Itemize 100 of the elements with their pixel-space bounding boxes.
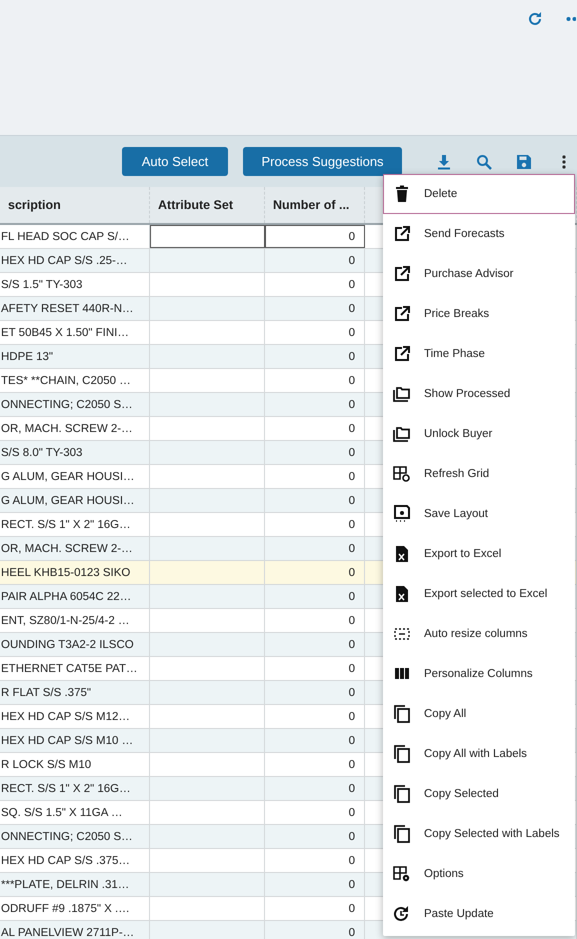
table-cell: SQ. S/S 1.5" X 11GA … (0, 801, 150, 824)
menu-item[interactable]: Copy All with Labels (383, 734, 575, 774)
menu-item[interactable]: Purchase Advisor (383, 254, 575, 294)
table-cell: 0 (265, 321, 365, 344)
external-link-icon (393, 265, 411, 283)
copy-icon (393, 705, 411, 723)
table-cell: 0 (265, 801, 365, 824)
table-cell: 0 (265, 585, 365, 608)
folders-icon (393, 425, 411, 443)
table-cell: HEX HD CAP S/S M10 … (0, 729, 150, 752)
menu-item[interactable]: Refresh Grid (383, 454, 575, 494)
table-cell: 0 (265, 441, 365, 464)
table-cell: TES* **CHAIN, C2050 … (0, 369, 150, 392)
copy-icon (393, 785, 411, 803)
table-cell: RECT. S/S 1" X 2" 16G… (0, 777, 150, 800)
table-cell: R FLAT S/S .375" (0, 681, 150, 704)
menu-item[interactable]: Export to Excel (383, 534, 575, 574)
table-cell: HEEL KHB15-0123 SIKO (0, 561, 150, 584)
toolbar-button[interactable]: Auto Select (122, 147, 228, 176)
menu-item[interactable]: Copy All (383, 694, 575, 734)
table-cell: S/S 1.5" TY-303 (0, 273, 150, 296)
table-cell: ODRUFF #9 .1875" X .… (0, 897, 150, 920)
external-link-icon (393, 345, 411, 363)
table-cell: AFETY RESET 440R-N… (0, 297, 150, 320)
menu-item[interactable]: Send Forecasts (383, 214, 575, 254)
search-icon[interactable] (476, 154, 492, 170)
table-cell: OR, MACH. SCREW 2-… (0, 537, 150, 560)
table-cell: 0 (265, 873, 365, 896)
table-cell: 0 (265, 417, 365, 440)
table-cell: 0 (265, 297, 365, 320)
table-cell: 0 (265, 489, 365, 512)
table-cell: G ALUM, GEAR HOUSI… (0, 465, 150, 488)
table-cell: ONNECTING; C2050 S… (0, 825, 150, 848)
column-header[interactable]: scription (0, 187, 150, 223)
column-header[interactable]: Number of ... (265, 187, 365, 223)
table-cell: PAIR ALPHA 6054C 22… (0, 585, 150, 608)
menu-item[interactable]: Time Phase (383, 334, 575, 374)
table-cell: 0 (265, 657, 365, 680)
copy-icon (393, 825, 411, 843)
save-layout-icon (393, 505, 411, 523)
menu-item[interactable]: Copy Selected (383, 774, 575, 814)
table-cell: ETHERNET CAT5E PAT… (0, 657, 150, 680)
excel-file-icon (393, 545, 411, 563)
table-cell: 0 (265, 393, 365, 416)
table-cell: 0 (265, 537, 365, 560)
menu-item[interactable]: Unlock Buyer (383, 414, 575, 454)
table-cell: FL HEAD SOC CAP S/… (0, 225, 150, 248)
table-cell: 0 (265, 849, 365, 872)
table-cell: ONNECTING; C2050 S… (0, 393, 150, 416)
excel-file-icon (393, 585, 411, 603)
table-cell: 0 (265, 897, 365, 920)
download-icon[interactable] (436, 154, 452, 170)
menu-item[interactable]: Paste Update (383, 894, 575, 934)
table-cell: 0 (265, 273, 365, 296)
menu-item[interactable]: Save Layout (383, 494, 575, 534)
table-cell: 0 (265, 249, 365, 272)
table-cell: 0 (265, 369, 365, 392)
table-cell: HDPE 13" (0, 345, 150, 368)
menu-item[interactable]: Options (383, 854, 575, 894)
external-link-icon (393, 305, 411, 323)
menu-item[interactable]: Price Breaks (383, 294, 575, 334)
table-cell: HEX HD CAP S/S M12… (0, 705, 150, 728)
table-cell: 0 (265, 681, 365, 704)
table-cell: ET 50B45 X 1.50" FINI… (0, 321, 150, 344)
table-cell: ***PLATE, DELRIN .31… (0, 873, 150, 896)
more-icon[interactable] (566, 16, 576, 22)
refresh-icon[interactable] (527, 11, 543, 27)
menu-item[interactable]: Copy Selected with Labels (383, 814, 575, 854)
folders-icon (393, 385, 411, 403)
menu-item[interactable]: Export selected to Excel (383, 574, 575, 614)
table-cell: HEX HD CAP S/S .375… (0, 849, 150, 872)
menu-item[interactable]: Delete (383, 174, 575, 214)
menu-item[interactable]: Show Processed (383, 374, 575, 414)
save-icon[interactable] (516, 154, 532, 170)
toolbar-button[interactable]: Process Suggestions (243, 147, 402, 176)
trash-icon (393, 185, 411, 203)
table-cell: 0 (265, 633, 365, 656)
kebab-menu-icon[interactable] (562, 154, 566, 170)
table-cell: OR, MACH. SCREW 2-… (0, 417, 150, 440)
table-cell: AL PANELVIEW 2711P-… (0, 921, 150, 939)
table-cell: 0 (265, 777, 365, 800)
table-cell: 0 (265, 513, 365, 536)
table-cell: 0 (265, 561, 365, 584)
table-cell: 0 (265, 465, 365, 488)
table-cell: 0 (265, 609, 365, 632)
table-cell: HEX HD CAP S/S .25-… (0, 249, 150, 272)
history-icon (393, 905, 411, 923)
menu-item[interactable]: Personalize Columns (383, 654, 575, 694)
table-cell: 0 (265, 753, 365, 776)
grid-refresh-icon (393, 465, 411, 483)
table-cell: 0 (265, 345, 365, 368)
table-cell: RECT. S/S 1" X 2" 16G… (0, 513, 150, 536)
table-cell: 0 (265, 825, 365, 848)
table-cell: S/S 8.0" TY-303 (0, 441, 150, 464)
table-cell: R LOCK S/S M10 (0, 753, 150, 776)
table-cell: OUNDING T3A2-2 ILSCO (0, 633, 150, 656)
copy-icon (393, 745, 411, 763)
grid-settings-icon (393, 865, 411, 883)
column-header[interactable]: Attribute Set (150, 187, 265, 223)
menu-item[interactable]: Auto resize columns (383, 614, 575, 654)
